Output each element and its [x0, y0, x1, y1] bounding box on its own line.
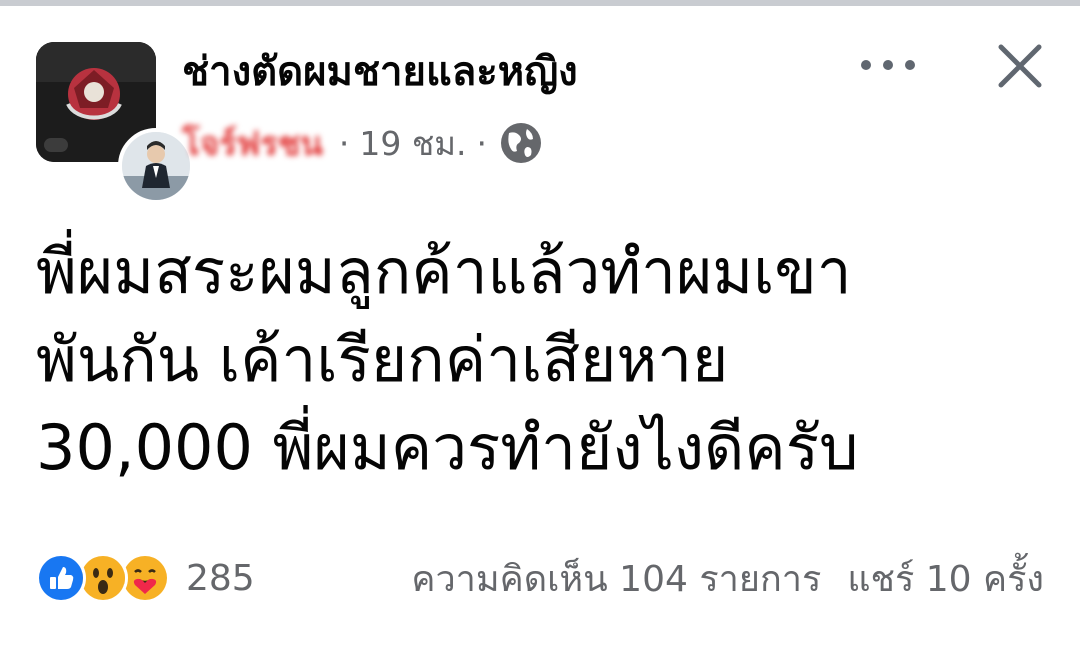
- author-name-redacted[interactable]: โจร์ฟรชน: [182, 117, 323, 170]
- post-stats: ความคิดเห็น 104 รายการ แชร์ 10 ครั้ง: [411, 550, 1044, 606]
- more-options-button[interactable]: [852, 44, 924, 88]
- post-meta: โจร์ฟรชน · 19 ชม. ·: [182, 118, 543, 168]
- avatar-group[interactable]: [36, 42, 194, 204]
- comments-count-link[interactable]: ความคิดเห็น 104 รายการ: [411, 550, 821, 607]
- shares-count-link[interactable]: แชร์ 10 ครั้ง: [847, 550, 1044, 607]
- post-text-line: 30,000 พี่ผมควรทำยังไงดีครับ: [36, 411, 859, 484]
- globe-icon: [499, 121, 543, 165]
- facebook-post: ช่างตัดผมชายและหญิง โจร์ฟรชน · 19 ชม. ·: [0, 0, 1080, 656]
- post-text-line: พันกัน เค้าเรียกค่าเสียหาย: [36, 323, 729, 396]
- meta-separator: ·: [476, 123, 487, 163]
- post-time[interactable]: 19 ชม.: [359, 117, 466, 170]
- close-button[interactable]: [988, 38, 1052, 98]
- reactions-summary[interactable]: 285: [36, 550, 255, 606]
- close-icon: [995, 41, 1045, 95]
- meta-separator: ·: [338, 123, 350, 163]
- like-icon: [36, 553, 86, 603]
- post-text: พี่ผมสระผมลูกค้าแล้วทำผมเขา พันกัน เค้าเ…: [36, 228, 1046, 492]
- reaction-count: 285: [186, 557, 255, 599]
- more-options-icon: [858, 57, 918, 76]
- group-name[interactable]: ช่างตัดผมชายและหญิง: [182, 44, 578, 100]
- post-text-line: พี่ผมสระผมลูกค้าแล้วทำผมเขา: [36, 235, 852, 308]
